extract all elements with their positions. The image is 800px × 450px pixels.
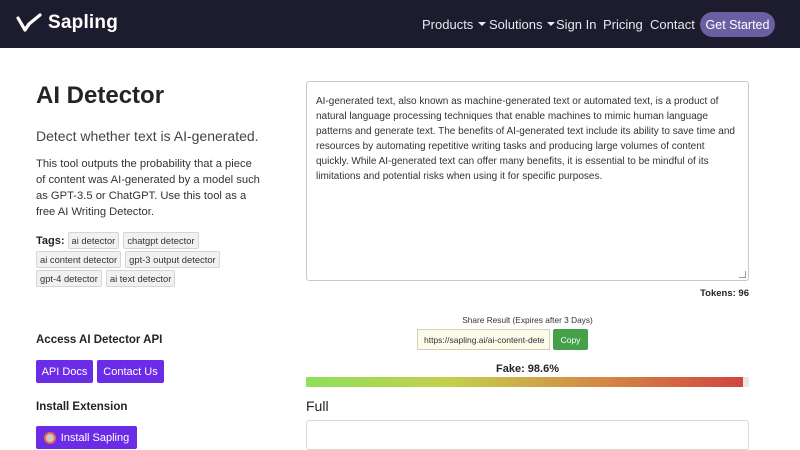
nav-solutions[interactable]: Solutions — [489, 16, 556, 32]
nav-products[interactable]: Products — [422, 16, 487, 32]
tags-row-3: gpt-4 detector ai text detector — [36, 270, 179, 287]
input-text: AI-generated text, also known as machine… — [316, 96, 735, 182]
tag-gpt3-output-detector[interactable]: gpt-3 output detector — [125, 251, 220, 268]
share-result-label: Share Result (Expires after 3 Days) — [462, 315, 593, 325]
extension-heading: Install Extension — [36, 401, 128, 413]
tag-gpt4-detector[interactable]: gpt-4 detector — [36, 270, 102, 287]
share-url-field[interactable]: https://sapling.ai/ai-content-dete — [417, 329, 550, 350]
sapling-logo-icon — [16, 13, 42, 32]
tag-ai-text-detector[interactable]: ai text detector — [105, 270, 176, 287]
brand-name: Sapling — [48, 12, 119, 33]
page-title: AI Detector — [36, 82, 165, 109]
copy-button[interactable]: Copy — [553, 329, 588, 350]
tool-description: This tool outputs the probability that a… — [36, 158, 260, 218]
fake-score-label: Fake: 98.6% — [496, 363, 559, 375]
nav-sign-in[interactable]: Sign In — [556, 17, 596, 32]
top-navbar: Sapling Products Solutions Sign In Prici… — [0, 0, 800, 48]
tag-chatgpt-detector[interactable]: chatgpt detector — [123, 232, 199, 249]
tag-ai-content-detector[interactable]: ai content detector — [36, 251, 122, 268]
tag-ai-detector[interactable]: ai detector — [67, 232, 120, 249]
chevron-down-icon — [547, 22, 556, 26]
get-started-button[interactable]: Get Started — [700, 12, 775, 37]
full-result-panel — [306, 420, 749, 450]
nav-contact[interactable]: Contact — [650, 17, 695, 32]
token-count: Tokens: 96 — [700, 288, 749, 299]
tags-label: Tags: — [36, 234, 65, 247]
install-sapling-label: Install Sapling — [60, 431, 130, 444]
nav-pricing[interactable]: Pricing — [603, 17, 643, 32]
nav-solutions-label: Solutions — [489, 16, 543, 32]
nav-products-label: Products — [422, 16, 474, 32]
brand-link[interactable]: Sapling — [16, 9, 118, 37]
fake-score-bar — [306, 377, 749, 387]
text-input-area[interactable]: AI-generated text, also known as machine… — [306, 81, 749, 281]
install-sapling-button[interactable]: Install Sapling — [36, 426, 137, 449]
chevron-down-icon — [478, 22, 487, 26]
full-result-heading: Full — [306, 398, 329, 414]
api-heading: Access AI Detector API — [36, 334, 163, 346]
tags-row-2: ai content detector gpt-3 output detecto… — [36, 251, 224, 268]
resize-handle-icon[interactable] — [739, 271, 746, 278]
page-lead: Detect whether text is AI-generated. — [36, 128, 259, 144]
tags-row-1: Tags: ai detector chatgpt detector — [36, 232, 203, 249]
contact-us-button[interactable]: Contact Us — [97, 360, 164, 383]
chrome-icon — [43, 431, 56, 444]
fake-score-bar-fill — [306, 377, 743, 387]
api-docs-button[interactable]: API Docs — [36, 360, 93, 383]
